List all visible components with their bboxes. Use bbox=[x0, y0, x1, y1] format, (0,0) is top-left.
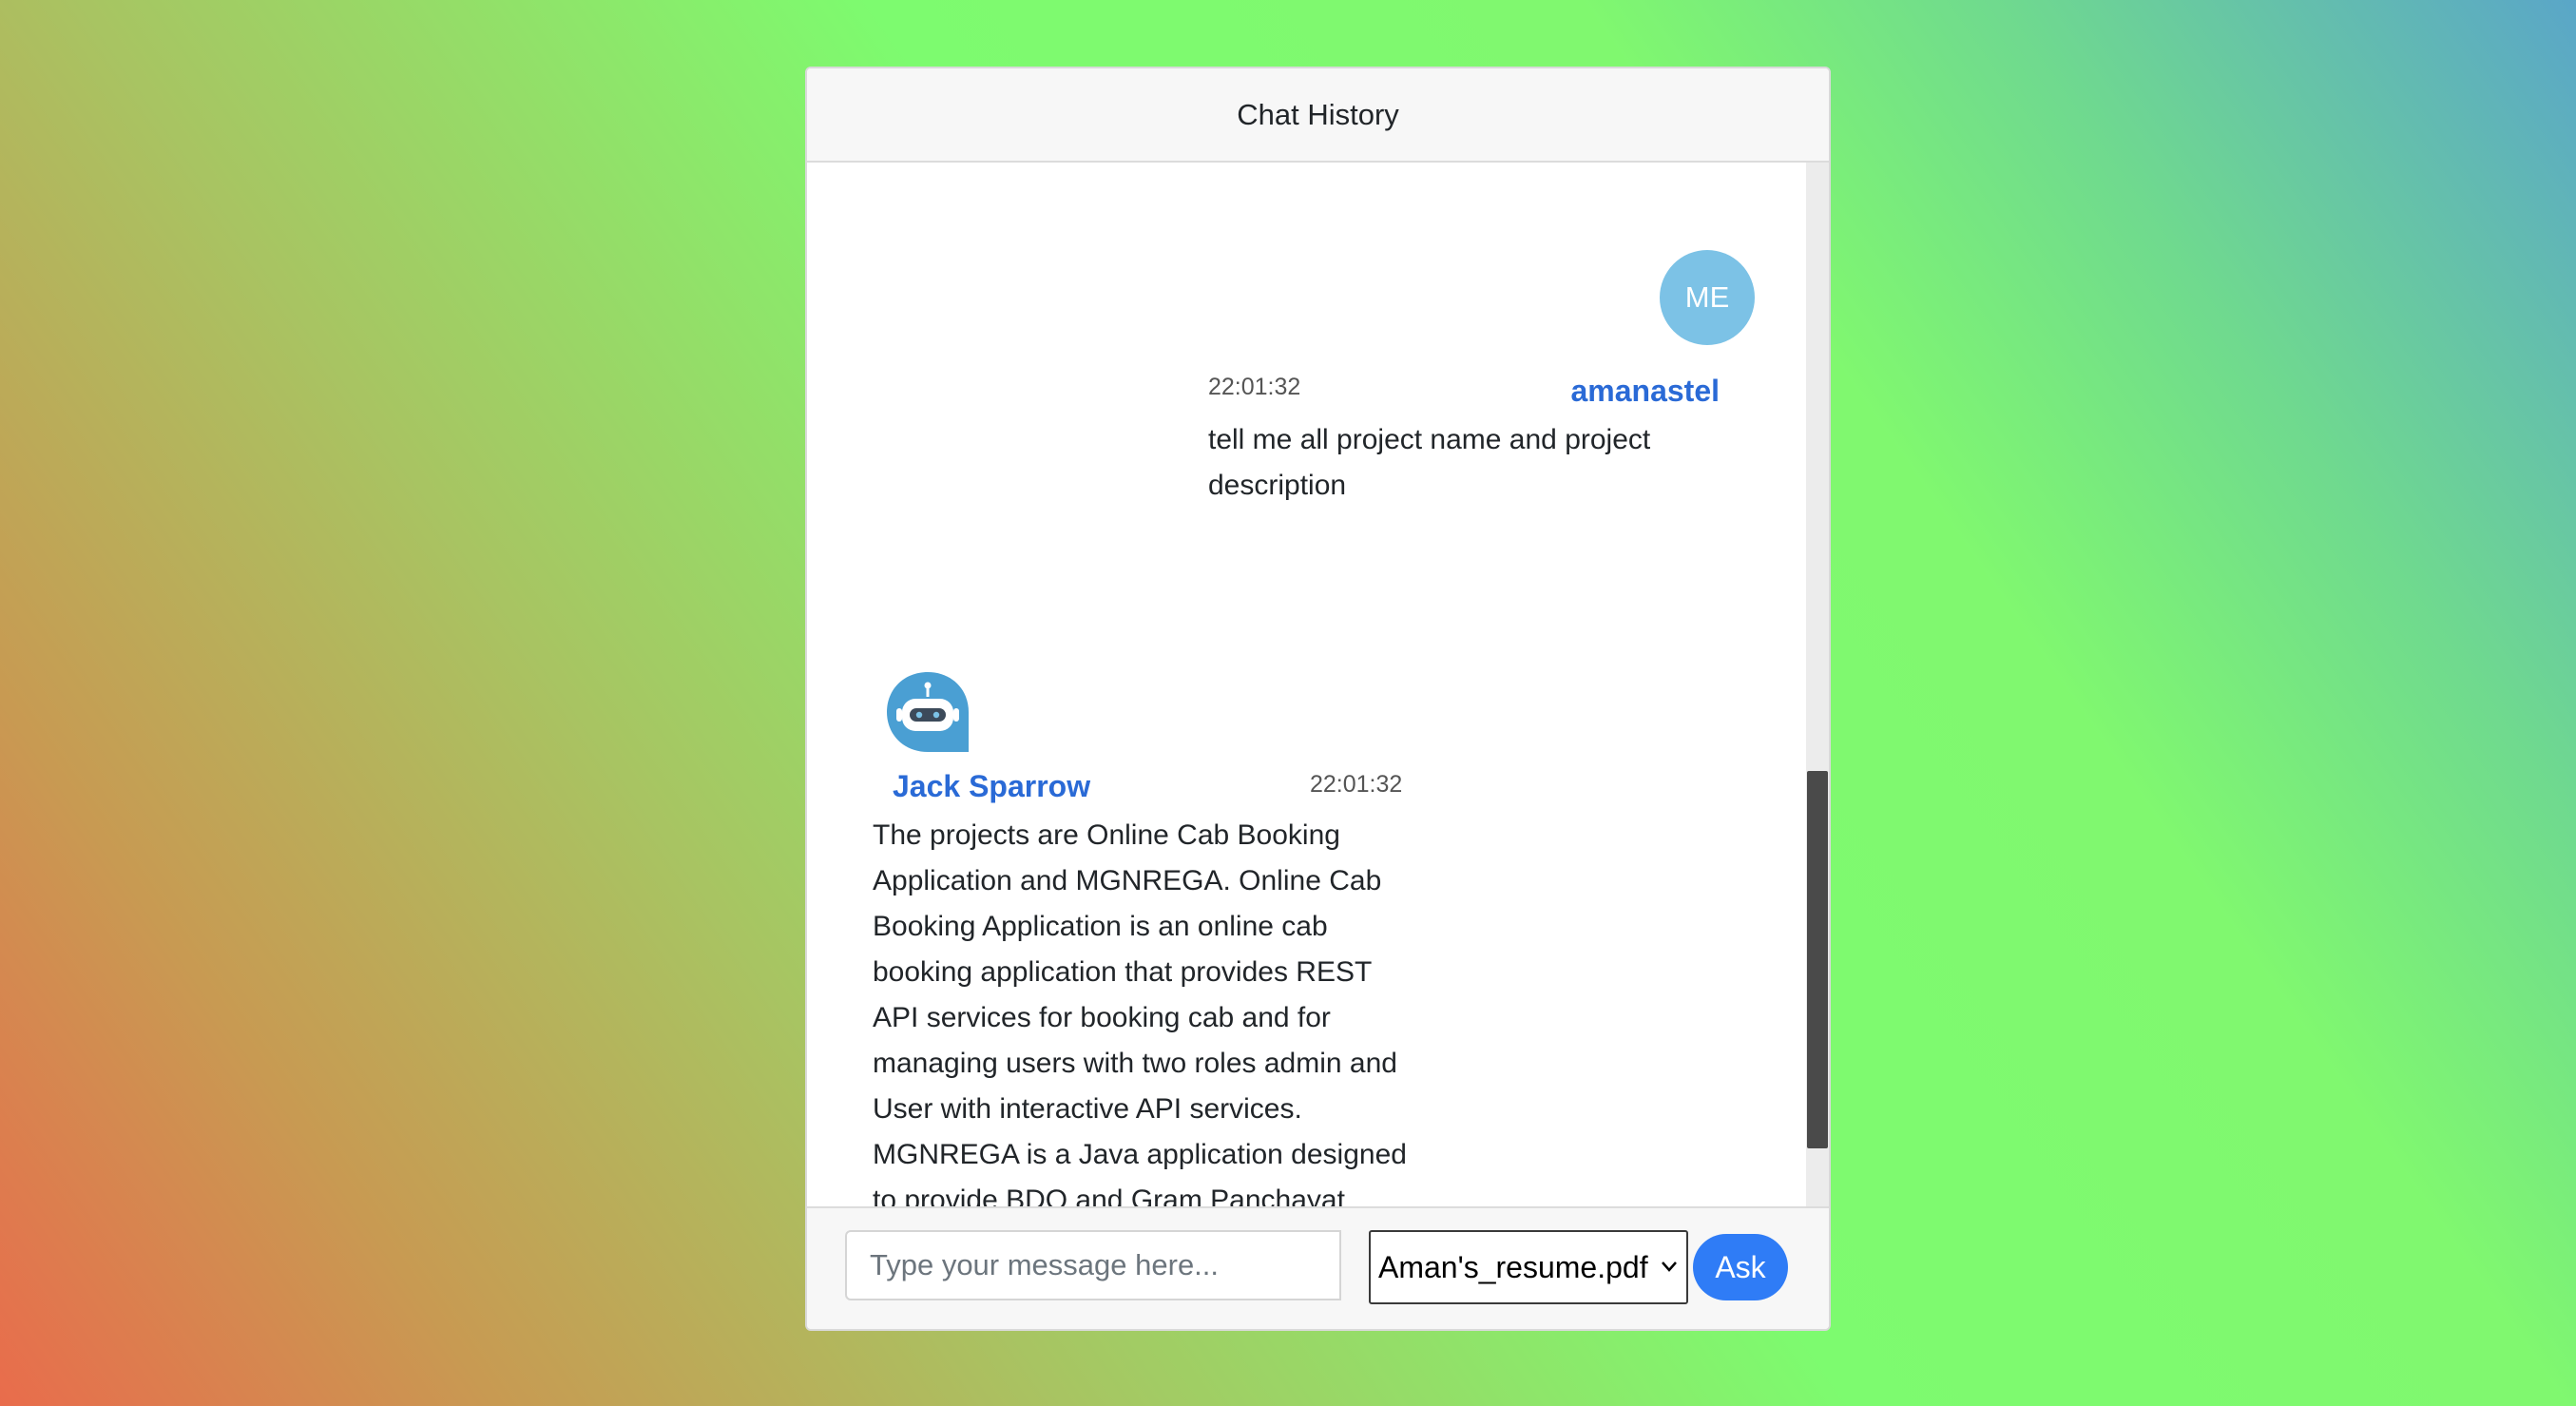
user-message-time: 22:01:32 bbox=[1208, 374, 1301, 400]
bot-message-sender: Jack Sparrow bbox=[893, 769, 1091, 803]
message-input[interactable] bbox=[845, 1230, 1341, 1300]
ask-button-label: Ask bbox=[1715, 1249, 1766, 1284]
user-message-sender: amanastel bbox=[1570, 374, 1720, 408]
chat-title: Chat History bbox=[1237, 97, 1399, 131]
bot-message-text: The projects are Online Cab Booking Appl… bbox=[873, 819, 1407, 1262]
file-select[interactable]: Aman's_resume.pdf bbox=[1369, 1230, 1688, 1304]
ask-button[interactable]: Ask bbox=[1693, 1234, 1788, 1300]
chat-footer: Aman's_resume.pdf Ask bbox=[807, 1206, 1829, 1329]
chat-scrollbar-thumb[interactable] bbox=[1807, 771, 1828, 1148]
bot-message-time: 22:01:32 bbox=[1310, 771, 1403, 798]
chat-scrollbar[interactable] bbox=[1806, 163, 1829, 1275]
robot-chat-icon bbox=[885, 668, 971, 763]
user-avatar-initials: ME bbox=[1684, 280, 1730, 314]
chat-history[interactable]: ME 22:01:32 amanastel tell me all projec… bbox=[807, 163, 1829, 1275]
user-message-text: tell me all project name and project des… bbox=[1208, 424, 1651, 501]
user-avatar: ME bbox=[1660, 250, 1755, 345]
chat-card: Chat History ME 22:01:32 amanastel tell … bbox=[805, 67, 1831, 1331]
file-select-value: Aman's_resume.pdf bbox=[1378, 1249, 1648, 1284]
chevron-down-icon bbox=[1662, 1262, 1677, 1272]
chat-header: Chat History bbox=[807, 68, 1829, 163]
